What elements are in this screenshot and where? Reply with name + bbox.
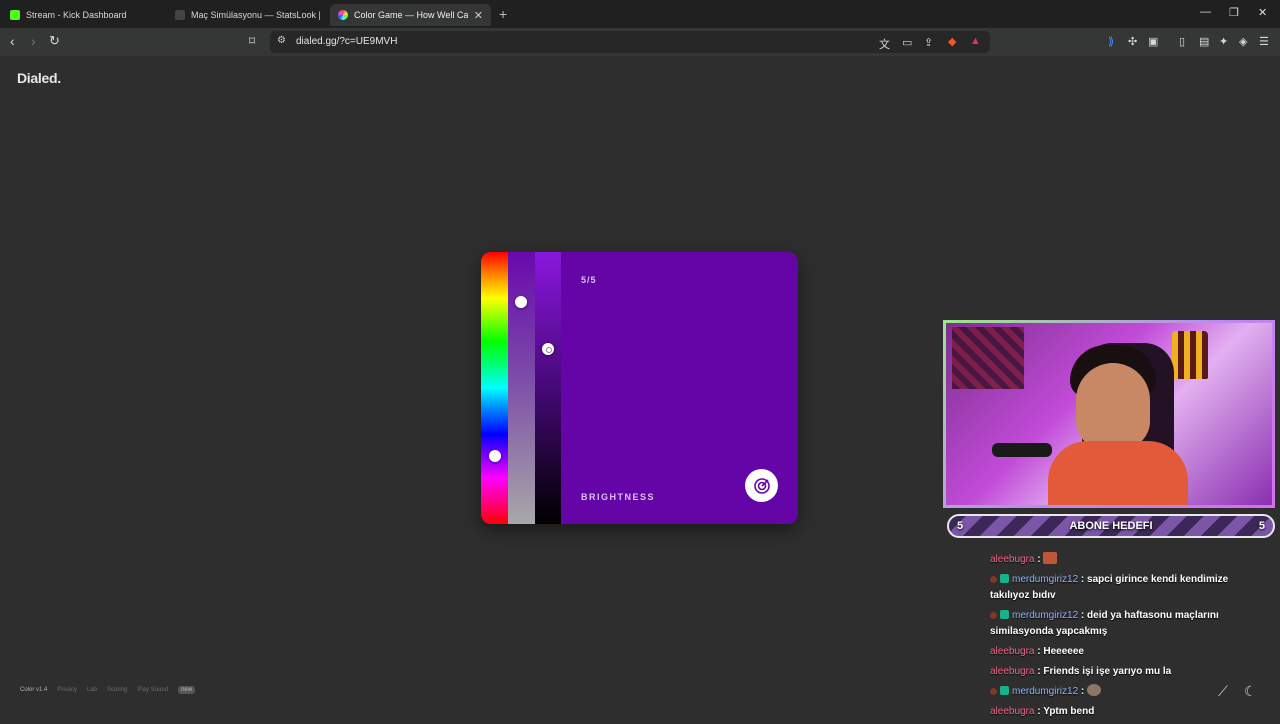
back-button[interactable]: ‹: [10, 33, 15, 49]
brave-rewards-icon[interactable]: ▲: [970, 35, 981, 47]
browser-toolbar: ‹ › ↻ ⌑ ⚙ dialed.gg/?c=UE9MVH 文 ▭ ⇪ ◆ ▲ …: [0, 28, 1280, 56]
tab-title: Stream - Kick Dashboard: [26, 10, 127, 20]
chat-message: aleebugra :: [990, 552, 1250, 568]
close-window-button[interactable]: ✕: [1258, 6, 1267, 19]
saturation-slider-handle[interactable]: [515, 296, 527, 308]
kick-icon: [10, 10, 20, 20]
gift-badge-icon: [1000, 610, 1009, 619]
chat-separator: :: [1078, 610, 1088, 621]
chat-emote-icon: [1043, 552, 1058, 564]
footer-link-play-sound[interactable]: Play Sound: [137, 687, 168, 693]
chat-username[interactable]: merdumgiriz12: [1012, 574, 1078, 585]
gift-badge-icon: [1000, 574, 1009, 583]
submit-guess-button[interactable]: [745, 469, 778, 502]
chat-separator: :: [1078, 686, 1088, 697]
extensions-icon[interactable]: ✣: [1128, 35, 1137, 48]
chat-message: aleebugra : Yptm bend: [990, 704, 1250, 720]
tab-title: Maç Simülasyonu — StatsLook | Stats: [191, 10, 320, 20]
tab-kick-dashboard[interactable]: Stream - Kick Dashboard: [10, 4, 160, 26]
chat-message: aleebugra : Friends işi işe yarıyo mu la: [990, 664, 1250, 680]
chat-separator: :: [1034, 706, 1044, 717]
url-text: dialed.gg/?c=UE9MVH: [296, 36, 398, 47]
brightness-slider-handle[interactable]: [542, 343, 554, 355]
bookmark-icon[interactable]: ⌑: [249, 34, 255, 48]
goal-title: ABONE HEDEFI: [1069, 520, 1153, 532]
browser-tab-bar: Stream - Kick Dashboard Maç Simülasyonu …: [0, 0, 1280, 28]
chat-username[interactable]: merdumgiriz12: [1012, 610, 1078, 621]
saturation-slider[interactable]: [508, 252, 535, 524]
webcam-overlay: [943, 320, 1275, 508]
translate-icon[interactable]: 文: [879, 36, 890, 52]
target-icon: [753, 477, 770, 494]
sidebar-icon[interactable]: ▯: [1179, 35, 1185, 48]
streamer-shirt: [1048, 441, 1188, 505]
chat-message: merdumgiriz12 : sapci girince kendi kend…: [990, 572, 1250, 604]
vpn-shield-icon[interactable]: ◈: [1239, 35, 1247, 48]
round-counter: 5/5: [581, 275, 597, 285]
brightness-slider[interactable]: [535, 252, 561, 524]
chat-message: merdumgiriz12 : deid ya haftasonu maçlar…: [990, 608, 1250, 640]
minimize-button[interactable]: —: [1200, 6, 1211, 18]
footer-link-lab[interactable]: Lab: [87, 687, 97, 693]
leo-ai-icon[interactable]: ✦: [1219, 35, 1228, 48]
hue-slider[interactable]: [481, 252, 508, 524]
streamer-face: [1076, 363, 1150, 449]
moon-icon[interactable]: ☾: [1244, 683, 1257, 700]
wall-jersey: [1172, 331, 1208, 379]
chat-message: merdumgiriz12 :: [990, 684, 1250, 700]
chat-separator: :: [1078, 574, 1088, 585]
restore-button[interactable]: ❐: [1229, 6, 1239, 19]
footer-link-privacy[interactable]: Privacy: [57, 687, 77, 693]
crypto-wallet-icon[interactable]: ▤: [1199, 35, 1209, 48]
chat-text: Heeeeee: [1043, 646, 1084, 657]
forward-button[interactable]: ›: [31, 33, 36, 49]
gift-badge-icon: [1000, 686, 1009, 695]
tab-color-game[interactable]: Color Game — How Well Can Yo ✕: [330, 4, 491, 26]
chat-message: aleebugra : Heeeeee: [990, 644, 1250, 660]
subscriber-badge-icon: [990, 688, 997, 695]
subscriber-badge-icon: [990, 612, 997, 619]
wallet-icon[interactable]: ▣: [1148, 35, 1158, 48]
new-tab-button[interactable]: +: [499, 6, 507, 22]
close-tab-icon[interactable]: ✕: [468, 9, 483, 22]
chat-username[interactable]: aleebugra: [990, 706, 1034, 717]
version-label: Color v1.4: [20, 687, 48, 693]
statslook-icon: [175, 10, 185, 20]
mute-icon[interactable]: ⟋: [1218, 683, 1228, 700]
chat-text: Friends işi işe yarıyo mu la: [1043, 666, 1172, 677]
chat-username[interactable]: merdumgiriz12: [1012, 686, 1078, 697]
chat-separator: :: [1034, 554, 1044, 565]
chat-emote-icon: [1087, 684, 1102, 696]
brave-shields-icon[interactable]: ◆: [948, 35, 956, 48]
stage-label: BRIGHTNESS: [581, 492, 656, 502]
menu-icon[interactable]: ☰: [1259, 35, 1269, 48]
audio-icon[interactable]: ⟫: [1108, 35, 1114, 48]
color-picker-card: 5/5 BRIGHTNESS: [481, 252, 798, 524]
share-icon[interactable]: ⇪: [924, 36, 933, 49]
chat-username[interactable]: aleebugra: [990, 554, 1034, 565]
wall-tapestry: [952, 327, 1024, 389]
footer-link-scoring[interactable]: Scoring: [107, 687, 127, 693]
new-badge: new: [178, 686, 196, 694]
microphone: [992, 443, 1052, 457]
tab-title: Color Game — How Well Can Yo: [354, 10, 468, 20]
cast-icon[interactable]: ▭: [902, 36, 912, 49]
chat-username[interactable]: aleebugra: [990, 646, 1034, 657]
color-game-icon: [338, 10, 348, 20]
subscriber-badge-icon: [990, 576, 997, 583]
subscriber-goal-bar: 5 ABONE HEDEFI 5: [947, 514, 1275, 538]
hue-slider-handle[interactable]: [489, 450, 501, 462]
page-footer: Color v1.4 Privacy Lab Scoring Play Soun…: [20, 686, 196, 694]
site-logo[interactable]: Dialed.: [17, 70, 61, 86]
reload-button[interactable]: ↻: [49, 33, 60, 49]
chat-text: Yptm bend: [1043, 706, 1095, 717]
chat-overlay: aleebugra : merdumgiriz12 : sapci girinc…: [990, 552, 1250, 724]
tab-statslook[interactable]: Maç Simülasyonu — StatsLook | Stats: [175, 4, 320, 26]
chat-username[interactable]: aleebugra: [990, 666, 1034, 677]
site-info-icon[interactable]: ⚙: [277, 35, 286, 46]
address-bar[interactable]: ⚙ dialed.gg/?c=UE9MVH 文 ▭ ⇪ ◆ ▲: [270, 31, 990, 53]
